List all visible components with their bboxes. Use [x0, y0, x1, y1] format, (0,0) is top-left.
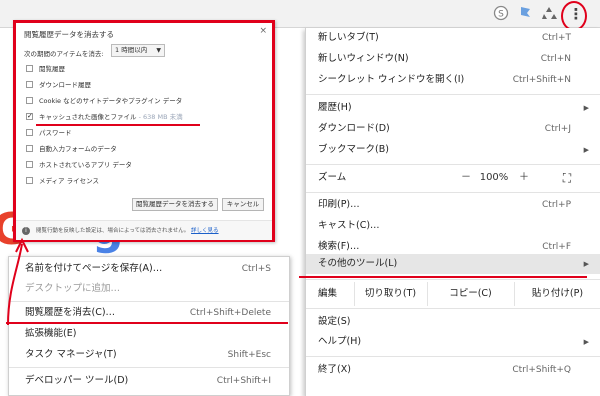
option-label: メディア ライセンス: [39, 177, 99, 185]
menu-item-downloads[interactable]: ダウンロード(D) Ctrl+J: [306, 119, 600, 139]
checkbox[interactable]: [26, 176, 33, 184]
chevron-right-icon: ▶: [583, 260, 589, 268]
menu-item-cast[interactable]: キャスト(C)…: [306, 216, 600, 236]
chrome-menu: 新しいタブ(T) Ctrl+T 新しいウィンドウ(N) Ctrl+N シークレット …: [305, 28, 600, 396]
checkbox-checked[interactable]: ✓: [26, 112, 33, 120]
menu-item-history[interactable]: 履歴(H) ▶: [306, 98, 600, 118]
cut-button[interactable]: 切り取り(T): [354, 282, 426, 306]
checkbox[interactable]: [26, 80, 33, 88]
option-label: 自動入力フォームのデータ: [39, 145, 117, 153]
menu-separator: [9, 367, 289, 368]
checkbox[interactable]: [26, 96, 33, 104]
annotation-underline: [6, 322, 288, 324]
chevron-right-icon: ▶: [583, 146, 589, 154]
more-tools-submenu: 名前を付けてページを保存(A)… Ctrl+S デスクトップに追加… 閲覧履歴を消…: [8, 256, 290, 396]
option-media-licenses[interactable]: メディア ライセンス: [26, 175, 99, 187]
menu-separator: [9, 301, 289, 302]
option-cookies[interactable]: Cookie などのサイトデータやプラグイン データ: [26, 95, 182, 107]
menu-separator: [306, 164, 600, 165]
option-browsing-history[interactable]: 閲覧履歴: [26, 63, 65, 75]
option-download-history[interactable]: ダウンロード履歴: [26, 79, 91, 91]
annotation-underline: [299, 276, 587, 278]
svg-text:S: S: [498, 10, 504, 20]
learn-more-link[interactable]: 詳しく見る: [191, 228, 219, 234]
zoom-in-button[interactable]: ＋: [514, 166, 534, 190]
menu-separator: [306, 94, 600, 95]
menu-zoom-row: ズーム － 100% ＋ ⛶: [306, 166, 600, 190]
option-label: キャッシュされた画像とファイル: [39, 113, 137, 121]
menu-item-settings[interactable]: 設定(S): [306, 312, 600, 332]
clear-browsing-data-dialog: 閲覧履歴データを消去する × 次の期間のアイテムを消去: 1 時間以内 ▼ 閲覧…: [13, 20, 275, 242]
checkbox[interactable]: [26, 160, 33, 168]
option-label: 閲覧履歴: [39, 65, 65, 73]
option-label: ホストされているアプリ データ: [39, 161, 132, 169]
option-hosted-apps[interactable]: ホストされているアプリ データ: [26, 159, 132, 171]
zoom-label: ズーム: [318, 172, 347, 183]
info-icon: i: [22, 227, 30, 235]
menu-item-print[interactable]: 印刷(P)… Ctrl+P: [306, 195, 600, 215]
cancel-button[interactable]: キャンセル: [222, 198, 264, 211]
option-passwords[interactable]: パスワード: [26, 127, 72, 139]
menu-separator: [306, 308, 600, 309]
submenu-item-add-to-desktop[interactable]: デスクトップに追加…: [9, 279, 289, 299]
chevron-right-icon: ▶: [583, 338, 589, 346]
dialog-title: 閲覧履歴データを消去する: [24, 30, 114, 39]
close-icon[interactable]: ×: [259, 26, 267, 36]
menu-separator: [306, 279, 600, 280]
clear-data-button[interactable]: 閲覧履歴データを消去する: [132, 198, 218, 211]
menu-item-help[interactable]: ヘルプ(H) ▶: [306, 332, 600, 352]
period-value: 1 時間以内: [115, 46, 148, 54]
cache-size-note: - 638 MB 未満: [138, 113, 183, 121]
option-autofill[interactable]: 自動入力フォームのデータ: [26, 143, 117, 155]
submenu-item-extensions[interactable]: 拡張機能(E): [9, 324, 289, 344]
menu-item-new-window[interactable]: 新しいウィンドウ(N) Ctrl+N: [306, 49, 600, 69]
submenu-item-task-manager[interactable]: タスク マネージャ(T) Shift+Esc: [9, 345, 289, 365]
annotation-ring: [561, 1, 587, 31]
option-label: ダウンロード履歴: [39, 81, 91, 89]
skype-icon[interactable]: S: [492, 5, 510, 23]
copy-button[interactable]: コピー(C): [427, 282, 513, 306]
period-select[interactable]: 1 時間以内 ▼: [111, 44, 165, 57]
submenu-item-save-page[interactable]: 名前を付けてページを保存(A)… Ctrl+S: [9, 259, 289, 279]
menu-edit-row: 編集 切り取り(T) コピー(C) 貼り付け(P): [306, 282, 600, 306]
zoom-value: 100%: [479, 172, 509, 183]
period-label: 次の期間のアイテムを消去:: [24, 50, 104, 58]
edit-label: 編集: [318, 288, 338, 299]
checkbox[interactable]: [26, 64, 33, 72]
recycle-icon[interactable]: [540, 5, 558, 23]
option-cache[interactable]: ✓ キャッシュされた画像とファイル - 638 MB 未満: [26, 111, 183, 123]
menu-separator: [306, 356, 600, 357]
checkbox[interactable]: [26, 144, 33, 152]
paste-button[interactable]: 貼り付け(P): [514, 282, 600, 306]
chevron-right-icon: ▶: [583, 104, 589, 112]
menu-item-new-tab[interactable]: 新しいタブ(T) Ctrl+T: [306, 28, 600, 48]
checkbox[interactable]: [26, 128, 33, 136]
zoom-out-button[interactable]: －: [456, 166, 476, 190]
bookmark-flag-icon[interactable]: [516, 5, 534, 23]
menu-item-exit[interactable]: 終了(X) Ctrl+Shift+Q: [306, 360, 600, 380]
menu-item-bookmarks[interactable]: ブックマーク(B) ▶: [306, 140, 600, 160]
menu-item-incognito[interactable]: シークレット ウィンドウを開く(I) Ctrl+Shift+N: [306, 70, 600, 90]
annotation-underline: [36, 124, 200, 126]
chevron-down-icon: ▼: [156, 47, 161, 54]
fullscreen-icon[interactable]: ⛶: [556, 166, 578, 190]
footer-text: 閲覧行動を反映した設定は、場合によっては消去されません。 詳しく見る: [36, 228, 219, 234]
option-label: Cookie などのサイトデータやプラグイン データ: [39, 97, 183, 105]
menu-item-more-tools[interactable]: その他のツール(L) ▶: [306, 254, 600, 274]
submenu-item-developer-tools[interactable]: デベロッパー ツール(D) Ctrl+Shift+I: [9, 371, 289, 391]
menu-separator: [306, 192, 600, 193]
option-label: パスワード: [39, 129, 72, 137]
dialog-footer: i 閲覧行動を反映した設定は、場合によっては消去されません。 詳しく見る: [16, 220, 272, 240]
submenu-item-clear-history[interactable]: 閲覧履歴を消去(C)… Ctrl+Shift+Delete: [9, 303, 289, 323]
